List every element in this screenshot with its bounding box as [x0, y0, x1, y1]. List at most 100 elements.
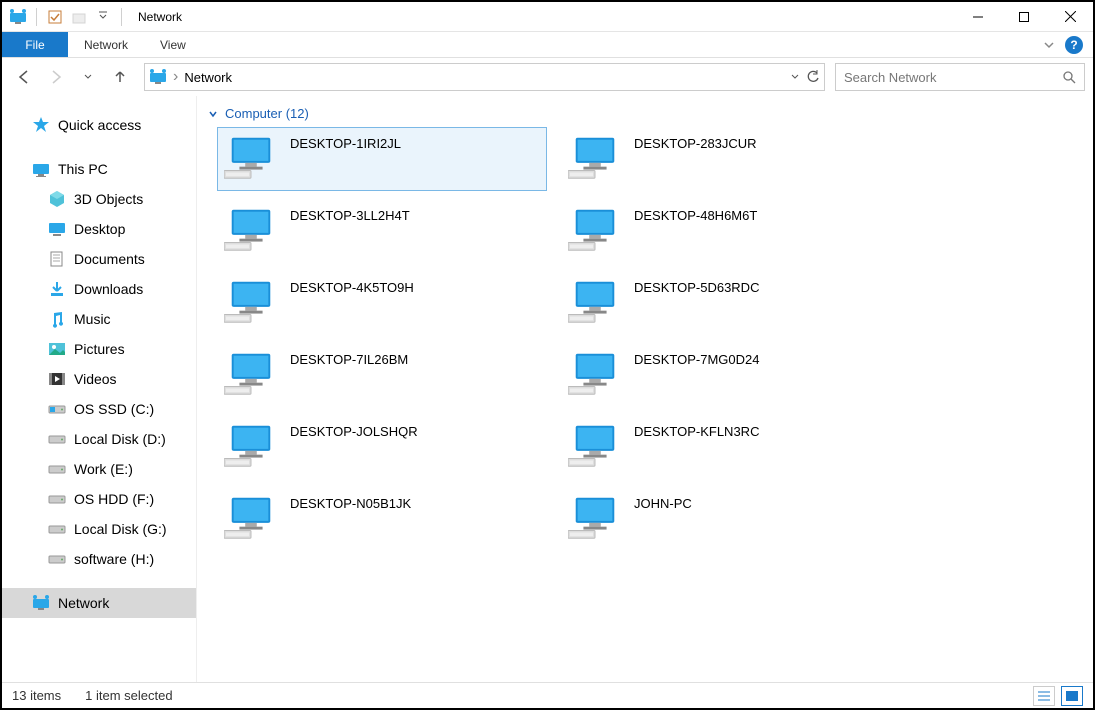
- sidebar-item-label: Videos: [74, 371, 117, 387]
- quick-access-toolbar: Network: [2, 7, 182, 27]
- computer-icon: [568, 206, 622, 254]
- network-icon: [149, 68, 167, 86]
- group-header-computer[interactable]: Computer (12): [205, 104, 1093, 127]
- details-view-button[interactable]: [1033, 686, 1055, 706]
- computer-item[interactable]: DESKTOP-48H6M6T: [561, 199, 891, 263]
- separator: [121, 8, 122, 26]
- computer-item[interactable]: DESKTOP-KFLN3RC: [561, 415, 891, 479]
- minimize-button[interactable]: [955, 2, 1001, 32]
- ribbon-tab-view[interactable]: View: [144, 32, 202, 57]
- qat-dropdown-icon[interactable]: [93, 7, 113, 27]
- sidebar-item-label: Network: [58, 595, 109, 611]
- sidebar-item-documents[interactable]: Documents: [2, 244, 196, 274]
- back-button[interactable]: [10, 63, 38, 91]
- status-item-count: 13 items: [12, 688, 61, 703]
- drive-icon: [48, 520, 66, 538]
- properties-icon[interactable]: [45, 7, 65, 27]
- help-icon[interactable]: ?: [1065, 36, 1083, 54]
- sidebar-item-local-disk-d-[interactable]: Local Disk (D:): [2, 424, 196, 454]
- sidebar-item-label: Documents: [74, 251, 145, 267]
- sidebar-item-os-hdd-f-[interactable]: OS HDD (F:): [2, 484, 196, 514]
- sidebar-item-label: OS HDD (F:): [74, 491, 154, 507]
- sidebar-item-label: Pictures: [74, 341, 125, 357]
- large-icons-view-button[interactable]: [1061, 686, 1083, 706]
- sidebar-item-pictures[interactable]: Pictures: [2, 334, 196, 364]
- sidebar-item-software-h-[interactable]: software (H:): [2, 544, 196, 574]
- sidebar-item-os-ssd-c-[interactable]: OS SSD (C:): [2, 394, 196, 424]
- status-bar: 13 items 1 item selected: [2, 682, 1093, 708]
- computer-icon: [224, 350, 278, 398]
- computer-icon: [224, 494, 278, 542]
- search-placeholder: Search Network: [844, 70, 936, 85]
- computer-label: DESKTOP-1IRI2JL: [290, 134, 401, 151]
- sidebar-item-label: Music: [74, 311, 111, 327]
- breadcrumb[interactable]: Network: [184, 70, 784, 85]
- search-icon: [1062, 70, 1076, 84]
- computer-label: DESKTOP-3LL2H4T: [290, 206, 410, 223]
- forward-button[interactable]: [42, 63, 70, 91]
- sidebar-item-downloads[interactable]: Downloads: [2, 274, 196, 304]
- address-dropdown-icon[interactable]: [790, 72, 800, 82]
- documents-icon: [48, 250, 66, 268]
- computer-item[interactable]: DESKTOP-5D63RDC: [561, 271, 891, 335]
- search-input[interactable]: Search Network: [835, 63, 1085, 91]
- computer-label: DESKTOP-7IL26BM: [290, 350, 408, 367]
- computer-label: DESKTOP-48H6M6T: [634, 206, 757, 223]
- sidebar-item-quick-access[interactable]: Quick access: [2, 110, 196, 140]
- sidebar-item-local-disk-g-[interactable]: Local Disk (G:): [2, 514, 196, 544]
- computer-icon: [568, 278, 622, 326]
- recent-locations-button[interactable]: [74, 63, 102, 91]
- sidebar-item-music[interactable]: Music: [2, 304, 196, 334]
- sidebar-item-label: OS SSD (C:): [74, 401, 154, 417]
- network-icon: [32, 594, 50, 612]
- videos-icon: [48, 370, 66, 388]
- music-icon: [48, 310, 66, 328]
- sidebar-item-desktop[interactable]: Desktop: [2, 214, 196, 244]
- status-selection: 1 item selected: [85, 688, 172, 703]
- computer-label: DESKTOP-JOLSHQR: [290, 422, 418, 439]
- downloads-icon: [48, 280, 66, 298]
- computer-icon: [224, 206, 278, 254]
- computer-label: DESKTOP-N05B1JK: [290, 494, 411, 511]
- address-bar[interactable]: › Network: [144, 63, 825, 91]
- sidebar-item-this-pc[interactable]: This PC: [2, 154, 196, 184]
- computer-label: JOHN-PC: [634, 494, 692, 511]
- file-tab[interactable]: File: [2, 32, 68, 57]
- sidebar-item-label: Local Disk (D:): [74, 431, 166, 447]
- computer-item[interactable]: JOHN-PC: [561, 487, 891, 551]
- sidebar-item-3d-objects[interactable]: 3D Objects: [2, 184, 196, 214]
- computer-icon: [224, 422, 278, 470]
- computer-item[interactable]: DESKTOP-7IL26BM: [217, 343, 547, 407]
- drive-icon: [48, 550, 66, 568]
- drive-icon: [48, 460, 66, 478]
- computer-item[interactable]: DESKTOP-1IRI2JL: [217, 127, 547, 191]
- up-button[interactable]: [106, 63, 134, 91]
- computer-icon: [224, 134, 278, 182]
- maximize-button[interactable]: [1001, 2, 1047, 32]
- navigation-pane: Quick access This PC 3D Objects Desktop Do…: [2, 96, 197, 682]
- sidebar-item-label: This PC: [58, 161, 108, 177]
- computer-item[interactable]: DESKTOP-3LL2H4T: [217, 199, 547, 263]
- computer-grid: DESKTOP-1IRI2JL DESKTOP-283JCUR DESKTOP-3L…: [205, 127, 1093, 551]
- computer-label: DESKTOP-KFLN3RC: [634, 422, 759, 439]
- computer-label: DESKTOP-283JCUR: [634, 134, 757, 151]
- explorer-window: Network File Network View ? › Network: [0, 0, 1095, 710]
- drive-icon: [48, 490, 66, 508]
- sidebar-item-network[interactable]: Network: [2, 588, 196, 618]
- new-folder-icon[interactable]: [69, 7, 89, 27]
- sidebar-item-videos[interactable]: Videos: [2, 364, 196, 394]
- computer-item[interactable]: DESKTOP-4K5TO9H: [217, 271, 547, 335]
- computer-item[interactable]: DESKTOP-JOLSHQR: [217, 415, 547, 479]
- computer-item[interactable]: DESKTOP-N05B1JK: [217, 487, 547, 551]
- ribbon-tab-network[interactable]: Network: [68, 32, 144, 57]
- computer-label: DESKTOP-4K5TO9H: [290, 278, 414, 295]
- computer-item[interactable]: DESKTOP-283JCUR: [561, 127, 891, 191]
- computer-label: DESKTOP-5D63RDC: [634, 278, 759, 295]
- refresh-icon[interactable]: [806, 70, 820, 84]
- close-button[interactable]: [1047, 2, 1093, 32]
- sidebar-item-label: Desktop: [74, 221, 125, 237]
- ribbon-expand-icon[interactable]: [1043, 39, 1055, 51]
- sidebar-item-work-e-[interactable]: Work (E:): [2, 454, 196, 484]
- group-label: Computer (12): [225, 106, 309, 121]
- computer-item[interactable]: DESKTOP-7MG0D24: [561, 343, 891, 407]
